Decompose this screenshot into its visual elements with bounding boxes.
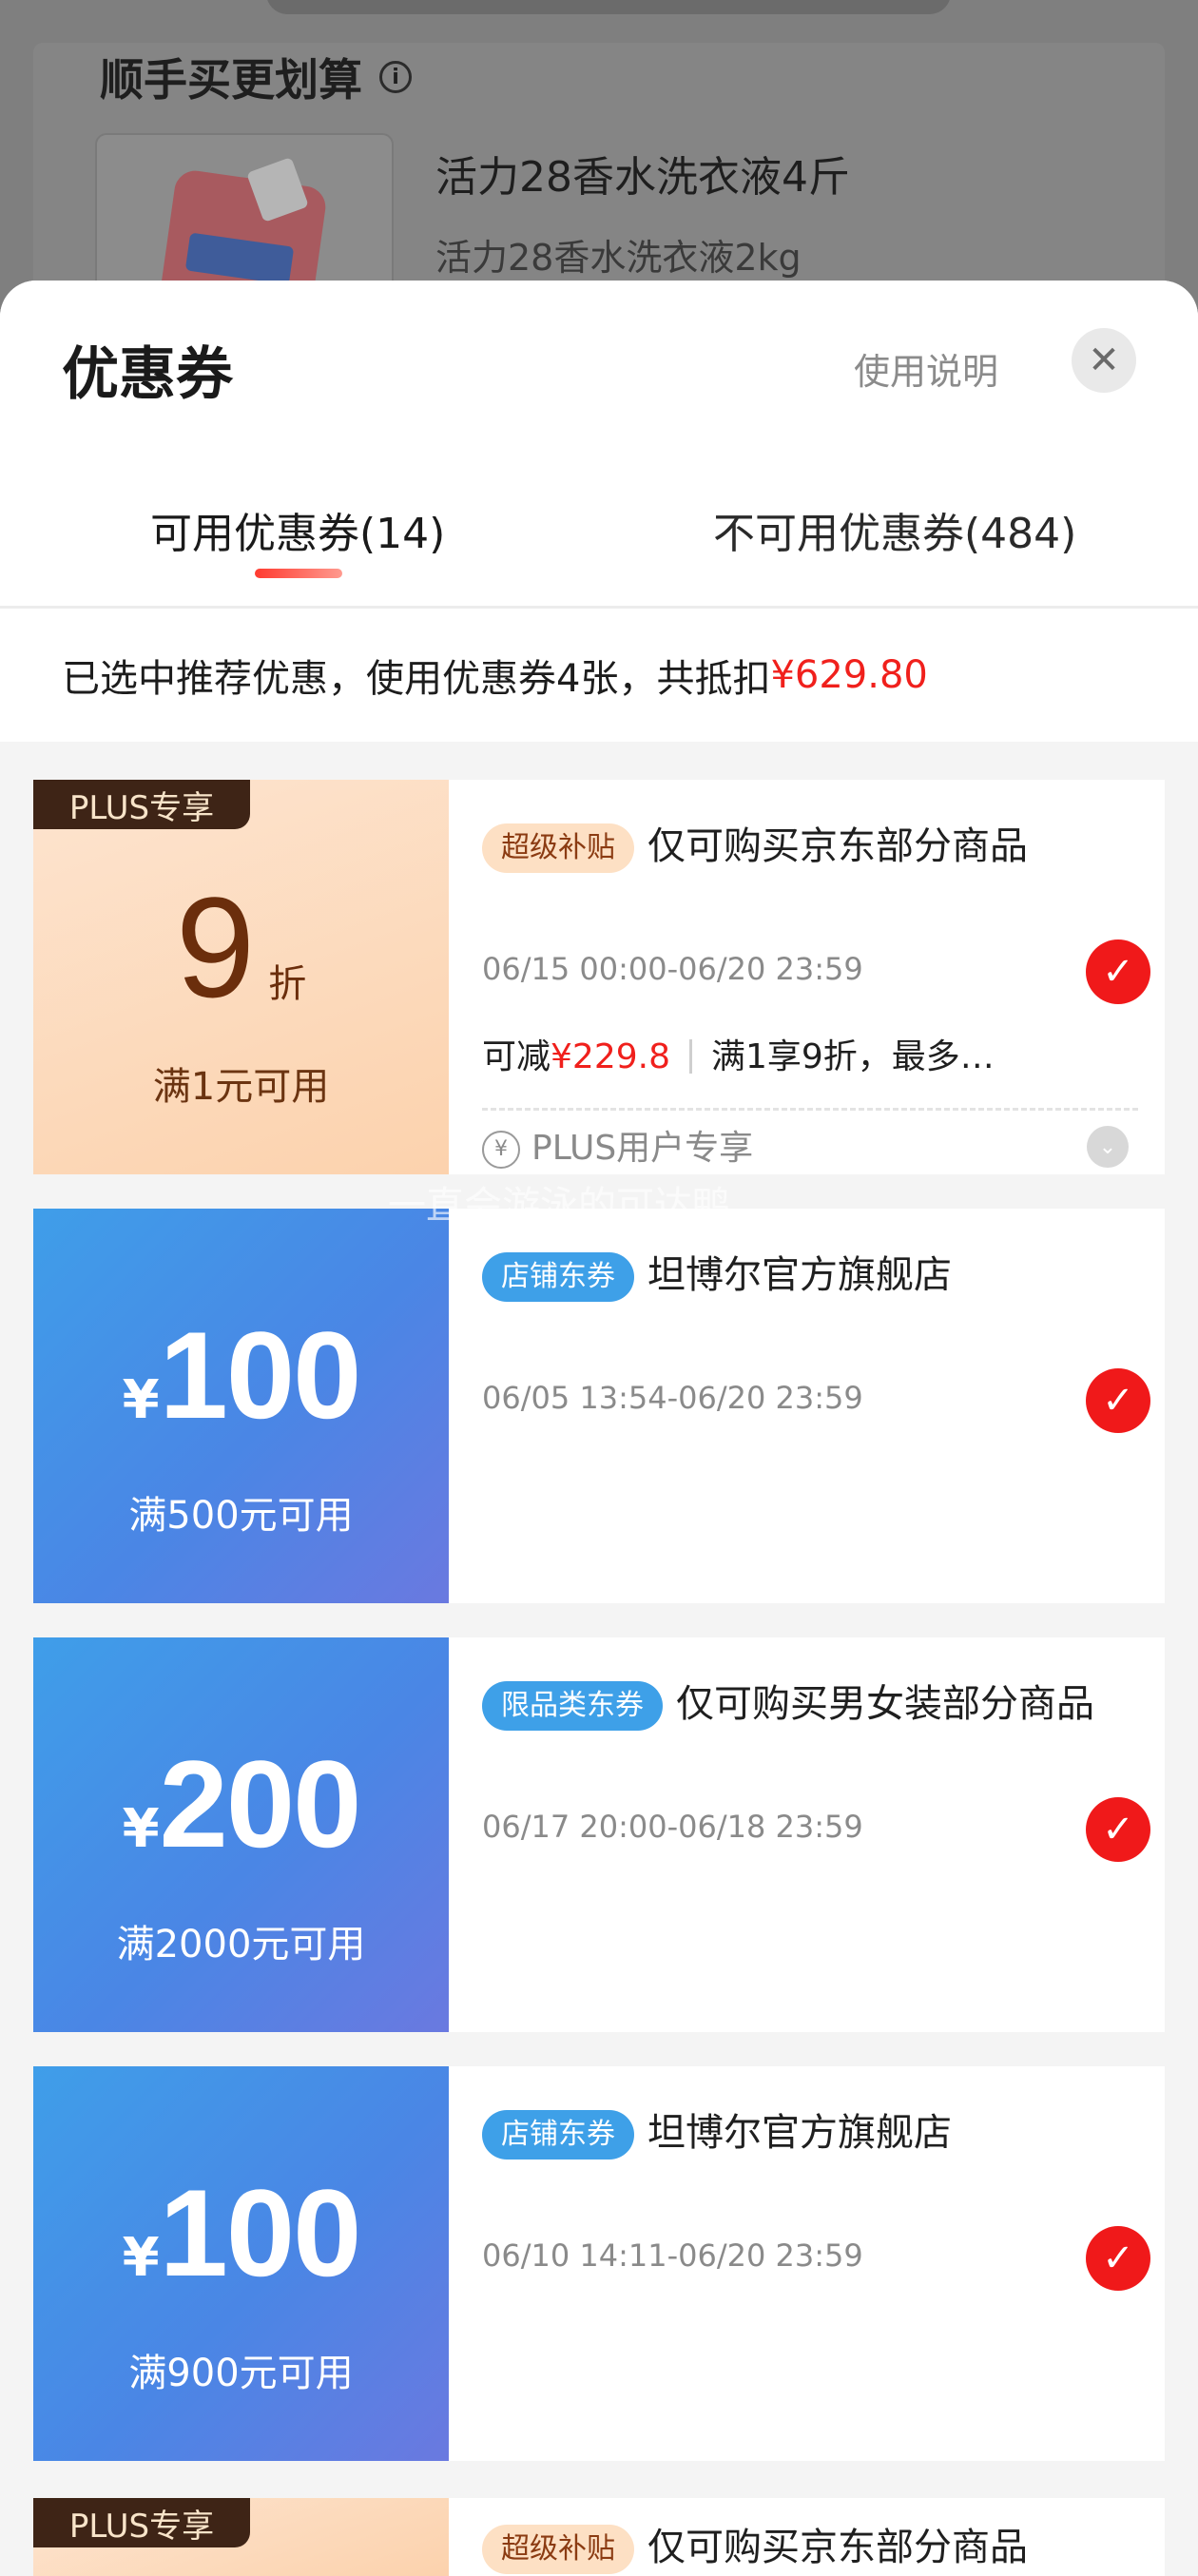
coupon-amount-value: 100 [159, 2163, 362, 2302]
background-section-title: 顺手买更划算 i [100, 46, 412, 108]
coupon-title: 坦博尔官方旗舰店 [647, 2111, 952, 2155]
coupon-select-toggle[interactable]: ✓ [1086, 939, 1150, 1004]
yen-circle-icon: ¥ [482, 1130, 520, 1169]
summary-amount: ¥629.80 [770, 653, 928, 697]
info-icon: i [379, 61, 412, 93]
coupon-title: 坦博尔官方旗舰店 [647, 1253, 952, 1297]
currency-symbol: ¥ [122, 1798, 160, 1860]
coupon-title-line: 店铺东券 坦博尔官方旗舰店 [482, 1247, 1127, 1304]
coupon-title: 仅可购买男女装部分商品 [676, 1682, 1094, 1726]
sheet-header: 优惠券 使用说明 ✕ 可用优惠券(14) 不可用优惠券(484) [0, 281, 1198, 609]
coupon-tag: 店铺东券 [482, 1252, 634, 1302]
coupon-details: 店铺东券 坦博尔官方旗舰店 06/05 13:54-06/20 23:59 ✓ [482, 1209, 1165, 1603]
coupon-discount-unit: 折 [268, 962, 307, 1006]
coupon-details: 超级补贴 仅可购买京东部分商品 [482, 2498, 1165, 2576]
coupon-details: 店铺东券 坦博尔官方旗舰店 06/10 14:11-06/20 23:59 ✓ [482, 2066, 1165, 2461]
coupon-title-line: 超级补贴 仅可购买京东部分商品 [482, 818, 1127, 875]
coupon-validity: 06/17 20:00-06/18 23:59 [482, 1809, 863, 1845]
coupon-card[interactable]: PLUS专享 超级补贴 仅可购买京东部分商品 [33, 2498, 1165, 2576]
coupon-tag: 超级补贴 [482, 2525, 634, 2574]
saving-note: 满1享9折，最多… [710, 1037, 995, 1076]
tab-available-coupons[interactable]: 可用优惠券(14) [150, 499, 445, 560]
background-page: 顺手买更划算 i 活力28香水洗衣液4斤 活力28香水洗衣液2kg [0, 0, 1198, 314]
coupon-amount: ¥100 [33, 1304, 449, 1446]
checkmark-icon: ✓ [1102, 2237, 1134, 2280]
coupon-title-line: 超级补贴 仅可购买京东部分商品 [482, 2519, 1127, 2576]
coupon-condition: 满900元可用 [128, 2352, 354, 2395]
coupon-card[interactable]: ¥100 满500元可用 店铺东券 坦博尔官方旗舰店 06/05 13:54-06… [33, 1209, 1165, 1603]
currency-symbol: ¥ [122, 2227, 160, 2289]
coupon-amount-value: 200 [159, 1734, 362, 1873]
coupon-value-panel: ¥100 满500元可用 [33, 1209, 449, 1603]
coupon-saving: 可减¥229.8 满1享9折，最多… [482, 1029, 995, 1078]
coupon-select-toggle[interactable]: ✓ [1086, 1797, 1150, 1862]
sheet-title: 优惠券 [62, 341, 233, 408]
selection-summary: 已选中推荐优惠，使用优惠券4张，共抵扣 ¥629.80 [0, 609, 1198, 742]
coupon-footer[interactable]: ¥ PLUS用户专享 ⌄ [482, 1108, 1138, 1170]
checkmark-icon: ✓ [1102, 1379, 1134, 1423]
coupon-discount: 9折 [33, 865, 449, 1030]
coupon-validity: 06/05 13:54-06/20 23:59 [482, 1380, 863, 1416]
coupon-footer-text: PLUS用户专享 [531, 1129, 754, 1168]
coupon-condition: 满2000元可用 [116, 1923, 366, 1966]
currency-symbol: ¥ [122, 1369, 160, 1431]
coupon-title: 仅可购买京东部分商品 [647, 824, 1028, 868]
coupon-title: 仅可购买京东部分商品 [647, 2526, 1028, 2569]
coupon-details: 限品类东券 仅可购买男女装部分商品 06/17 20:00-06/18 23:59… [482, 1637, 1165, 2032]
coupon-condition: 满500元可用 [128, 1494, 354, 1538]
coupon-amount: ¥200 [33, 1733, 449, 1875]
background-top-pill [266, 0, 951, 14]
watermark-text: 一直会游泳的可达鸭 [388, 1184, 730, 1228]
coupon-condition: 满1元可用 [152, 1065, 330, 1109]
close-button[interactable]: ✕ [1072, 328, 1136, 393]
header-divider [0, 606, 1198, 609]
coupon-validity: 06/15 00:00-06/20 23:59 [482, 951, 863, 987]
background-product-spec: 活力28香水洗衣液2kg [435, 237, 802, 279]
coupon-discount-value: 9 [175, 867, 256, 1027]
coupon-title-line: 限品类东券 仅可购买男女装部分商品 [482, 1675, 1127, 1733]
coupon-value-panel: ¥200 满2000元可用 [33, 1637, 449, 2032]
close-icon: ✕ [1088, 339, 1120, 382]
coupon-details: 超级补贴 仅可购买京东部分商品 06/15 00:00-06/20 23:59 ✓… [482, 780, 1165, 1174]
coupon-card[interactable]: ¥200 满2000元可用 限品类东券 仅可购买男女装部分商品 06/17 20:… [33, 1637, 1165, 2032]
coupon-tag: 店铺东券 [482, 2110, 634, 2160]
active-tab-indicator [255, 569, 342, 578]
tab-unavailable-coupons[interactable]: 不可用优惠券(484) [713, 499, 1076, 560]
chevron-down-icon[interactable]: ⌄ [1087, 1126, 1129, 1168]
coupon-card[interactable]: PLUS专享 9折 满1元可用 超级补贴 仅可购买京东部分商品 06/15 00:… [33, 780, 1165, 1174]
saving-separator [688, 1039, 692, 1074]
coupon-amount: ¥100 [33, 2161, 449, 2304]
coupon-select-toggle[interactable]: ✓ [1086, 2226, 1150, 2291]
background-section-title-text: 顺手买更划算 [100, 54, 362, 106]
coupon-tag: 超级补贴 [482, 823, 634, 873]
summary-text: 已选中推荐优惠，使用优惠券4张，共抵扣 [62, 657, 771, 701]
background-product-name: 活力28香水洗衣液4斤 [435, 153, 850, 202]
coupon-amount-value: 100 [159, 1306, 362, 1444]
coupon-validity: 06/10 14:11-06/20 23:59 [482, 2237, 863, 2274]
coupon-value-panel: ¥100 满900元可用 [33, 2066, 449, 2461]
saving-amount: ¥229.8 [551, 1037, 670, 1076]
coupon-title-line: 店铺东券 坦博尔官方旗舰店 [482, 2104, 1127, 2161]
checkmark-icon: ✓ [1102, 1808, 1134, 1851]
usage-instructions-link[interactable]: 使用说明 [854, 342, 998, 395]
plus-exclusive-badge: PLUS专享 [33, 2498, 250, 2547]
saving-prefix: 可减 [482, 1037, 551, 1076]
coupon-tag: 限品类东券 [482, 1681, 663, 1731]
checkmark-icon: ✓ [1102, 950, 1134, 994]
coupon-card[interactable]: ¥100 满900元可用 店铺东券 坦博尔官方旗舰店 06/10 14:11-06… [33, 2066, 1165, 2461]
plus-exclusive-badge: PLUS专享 [33, 780, 250, 829]
coupon-value-panel: PLUS专享 [33, 2498, 449, 2576]
coupon-value-panel: PLUS专享 9折 满1元可用 [33, 780, 449, 1174]
coupon-select-toggle[interactable]: ✓ [1086, 1368, 1150, 1433]
